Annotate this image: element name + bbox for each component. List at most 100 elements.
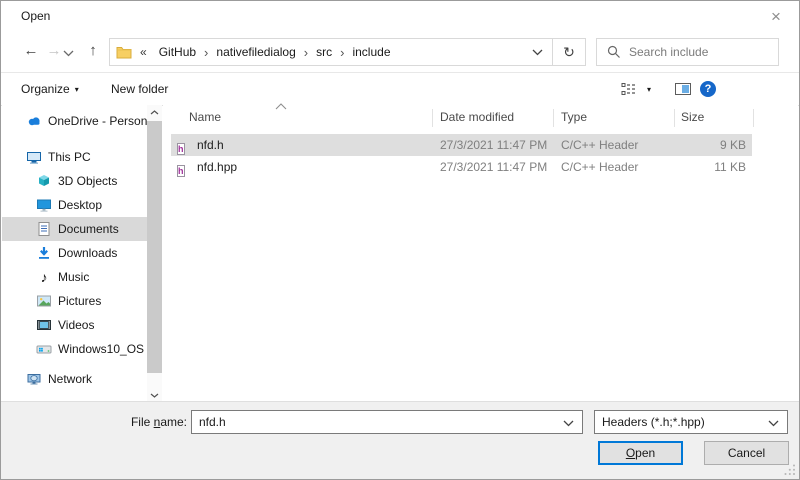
file-date-modified: 27/3/2021 11:47 PM: [440, 134, 547, 156]
file-date-modified: 27/3/2021 11:47 PM: [440, 156, 547, 178]
sidebar-item-label: Pictures: [58, 294, 101, 308]
scrollbar-thumb[interactable]: [147, 121, 162, 373]
breadcrumb-item-github[interactable]: GitHub: [151, 45, 204, 59]
window-title: Open: [21, 9, 50, 23]
column-header-date-modified[interactable]: Date modified: [440, 105, 514, 129]
chevron-down-icon[interactable]: [563, 420, 574, 427]
breadcrumb-overflow[interactable]: «: [132, 45, 151, 59]
sidebar-item-label: Downloads: [58, 246, 117, 260]
file-list: Name Date modified Type Size h nfd.h 27/…: [163, 105, 798, 401]
file-type: C/C++ Header: [561, 134, 638, 156]
organize-button[interactable]: Organize▾: [21, 73, 79, 105]
help-icon: ?: [705, 83, 712, 95]
chevron-down-icon: [768, 420, 779, 427]
column-header-type[interactable]: Type: [561, 105, 587, 129]
close-button[interactable]: ×: [764, 5, 788, 29]
caret-down-icon: ▾: [75, 85, 79, 94]
file-name-label: File name:: [1, 415, 187, 429]
sidebar-item-videos[interactable]: Videos: [2, 313, 147, 337]
chevron-up-icon: [150, 110, 159, 115]
back-button[interactable]: ←: [19, 39, 43, 63]
search-input[interactable]: [629, 45, 778, 59]
sidebar-item-downloads[interactable]: Downloads: [2, 241, 147, 265]
chevron-down-icon: [150, 393, 159, 398]
local-disk-icon: [36, 341, 52, 357]
address-dropdown-button[interactable]: [522, 39, 552, 65]
preview-pane-button[interactable]: [675, 83, 691, 95]
preview-pane-icon: [682, 85, 689, 93]
open-file-dialog: Open × ← → ↑ « GitHub: [0, 0, 800, 480]
sidebar-item-label: Desktop: [58, 198, 102, 212]
sidebar-item-label: Windows10_OS (C:): [58, 342, 147, 356]
column-divider[interactable]: [432, 109, 433, 127]
file-size: 9 KB: [651, 134, 746, 156]
breadcrumb-item-nativefiledialog[interactable]: nativefiledialog: [208, 45, 303, 59]
this-pc-icon: [26, 149, 42, 165]
dialog-footer: File name: Headers (*.h;*.hpp) Open Canc…: [1, 401, 799, 479]
up-button[interactable]: ↑: [81, 39, 105, 63]
search-icon: [607, 45, 621, 59]
column-divider[interactable]: [674, 109, 675, 127]
sidebar-item-windows10-os[interactable]: Windows10_OS (C:): [2, 337, 147, 361]
sidebar-item-label: Network: [48, 372, 92, 386]
sidebar-item-desktop[interactable]: Desktop: [2, 193, 147, 217]
sidebar-scrollbar[interactable]: [147, 105, 162, 403]
help-button[interactable]: ?: [700, 81, 716, 97]
recent-locations-button[interactable]: [63, 46, 79, 58]
up-arrow-icon: ↑: [89, 42, 97, 59]
cancel-button[interactable]: Cancel: [704, 441, 789, 465]
file-type-filter-dropdown[interactable]: Headers (*.h;*.hpp): [594, 410, 788, 434]
list-header: Name Date modified Type Size: [163, 105, 798, 129]
new-folder-label: New folder: [111, 82, 168, 96]
file-name-input[interactable]: [192, 411, 582, 433]
network-icon: [26, 371, 42, 387]
column-header-size[interactable]: Size: [681, 105, 704, 129]
videos-icon: [36, 317, 52, 333]
new-folder-button[interactable]: New folder: [111, 73, 168, 105]
close-icon: ×: [771, 7, 781, 26]
breadcrumb-item-include[interactable]: include: [344, 45, 398, 59]
open-button[interactable]: Open: [598, 441, 683, 465]
filter-value: Headers (*.h;*.hpp): [602, 415, 705, 429]
file-size: 11 KB: [651, 156, 746, 178]
sidebar-item-this-pc[interactable]: This PC: [2, 145, 147, 169]
folder-icon: [116, 45, 132, 59]
address-bar[interactable]: « GitHub › nativefiledialog › src › incl…: [109, 38, 586, 66]
file-row-nfd-h[interactable]: h nfd.h 27/3/2021 11:47 PM C/C++ Header …: [171, 134, 752, 156]
sidebar-item-label: 3D Objects: [58, 174, 117, 188]
file-row-nfd-hpp[interactable]: h nfd.hpp 27/3/2021 11:47 PM C/C++ Heade…: [171, 156, 752, 178]
header-file-icon: h: [177, 159, 185, 181]
documents-icon: [36, 221, 52, 237]
caret-down-icon: ▾: [647, 85, 651, 94]
chevron-down-icon: [63, 50, 74, 57]
sidebar-item-network[interactable]: Network: [2, 367, 147, 391]
sidebar-item-label: OneDrive - Personal: [48, 114, 147, 128]
refresh-button[interactable]: ↻: [553, 39, 585, 65]
title-bar: Open ×: [1, 1, 799, 32]
sidebar-item-label: This PC: [48, 150, 91, 164]
resize-grip[interactable]: [783, 463, 796, 476]
column-divider[interactable]: [753, 109, 754, 127]
column-header-name[interactable]: Name: [189, 105, 221, 129]
sidebar-item-onedrive[interactable]: OneDrive - Personal: [2, 109, 147, 133]
sidebar-item-label: Documents: [58, 222, 119, 236]
sidebar-item-documents[interactable]: Documents: [2, 217, 147, 241]
search-box: [596, 38, 779, 66]
sidebar-item-label: Videos: [58, 318, 94, 332]
sidebar-item-pictures[interactable]: Pictures: [2, 289, 147, 313]
breadcrumb-item-src[interactable]: src: [308, 45, 340, 59]
pictures-icon: [36, 293, 52, 309]
sort-ascending-icon: [275, 103, 287, 110]
sidebar-item-3d-objects[interactable]: 3D Objects: [2, 169, 147, 193]
scrollbar-up-button[interactable]: [147, 105, 162, 120]
change-view-button[interactable]: ▾: [621, 82, 651, 96]
downloads-icon: [36, 245, 52, 261]
music-note-icon: ♪: [36, 269, 52, 285]
desktop-icon: [36, 197, 52, 213]
toolbar: Organize▾ New folder ▾ ?: [1, 72, 799, 106]
chevron-down-icon: [532, 49, 543, 56]
3d-objects-icon: [36, 173, 52, 189]
sidebar-item-music[interactable]: ♪ Music: [2, 265, 147, 289]
sidebar-item-label: Music: [58, 270, 89, 284]
column-divider[interactable]: [553, 109, 554, 127]
